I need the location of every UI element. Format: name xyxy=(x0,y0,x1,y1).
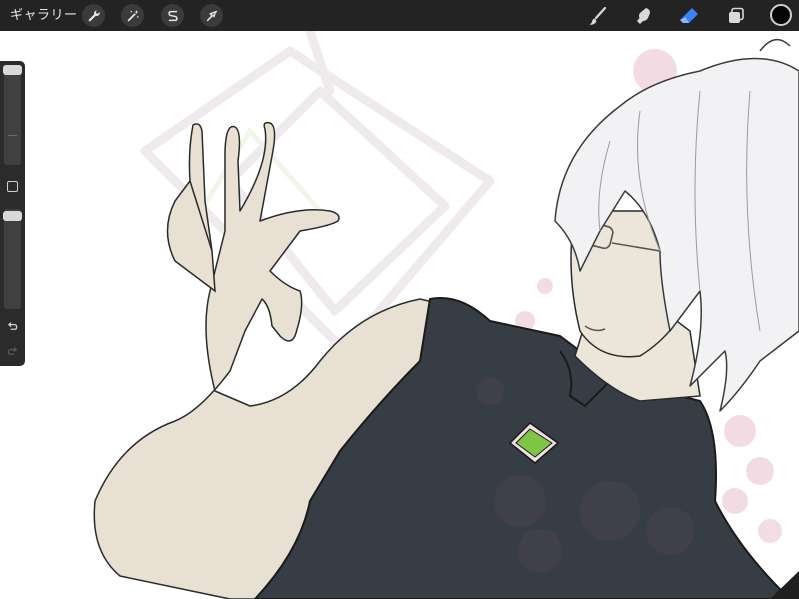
opacity-thumb[interactable] xyxy=(3,211,22,221)
brush-tool[interactable] xyxy=(587,5,609,27)
opacity-slider[interactable] xyxy=(4,209,21,309)
adjustments-button[interactable] xyxy=(121,4,144,27)
drawing-canvas[interactable] xyxy=(0,31,799,599)
gallery-button[interactable]: ギャラリー xyxy=(10,7,78,24)
layers-tool[interactable] xyxy=(725,5,747,27)
slider-tick xyxy=(8,135,17,136)
brush-size-thumb[interactable] xyxy=(3,65,22,75)
transform-button[interactable] xyxy=(200,4,223,27)
brush-icon xyxy=(589,6,607,25)
actions-button[interactable] xyxy=(82,4,105,27)
modify-button[interactable] xyxy=(7,181,18,192)
layers-icon xyxy=(729,7,744,23)
selection-s-icon xyxy=(167,10,178,21)
eraser-tool[interactable] xyxy=(678,5,700,27)
undo-icon xyxy=(7,321,18,330)
arrow-cursor-icon xyxy=(206,10,217,21)
redo-button[interactable] xyxy=(5,344,20,358)
magic-wand-icon xyxy=(127,9,139,21)
smudge-tool[interactable] xyxy=(633,5,655,27)
undo-button[interactable] xyxy=(5,319,20,333)
left-sidebar xyxy=(0,61,25,366)
eraser-icon xyxy=(680,8,698,23)
color-picker-button[interactable] xyxy=(770,4,792,26)
selection-button[interactable] xyxy=(161,4,184,27)
redo-icon xyxy=(7,346,18,355)
smudge-icon xyxy=(637,8,650,24)
brush-size-slider[interactable] xyxy=(4,65,21,165)
artwork-illustration xyxy=(0,31,799,599)
wrench-icon xyxy=(88,9,100,21)
top-toolbar: ギャラリー xyxy=(0,0,799,31)
